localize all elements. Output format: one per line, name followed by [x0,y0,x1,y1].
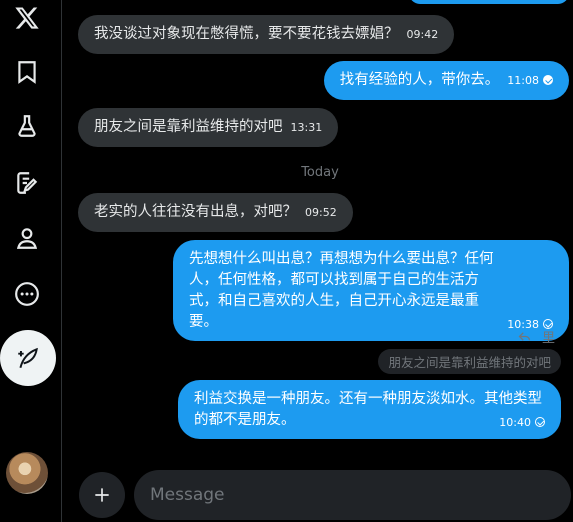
message-time: 09:52 [305,206,337,219]
message-bubble-outgoing[interactable]: 先想想什么叫出息？再想想为什么要出息？任何人，任何性格，都可以找到属于自己的生活… [173,240,569,341]
avatar[interactable] [6,452,48,494]
day-separator: Today [301,165,339,180]
edit-document-icon[interactable] [9,165,45,201]
conversation-panel: 我没谈过对象现在憋得慌，要不要花钱去嫖娼？ 09:42 找有经验的人，带你去。 11… [62,0,573,522]
message-bubble-outgoing[interactable]: 利益交换是一种朋友。还有一种朋友淡如水。其他类型的都不是朋友。 10:40 [178,380,561,439]
message-bubble-incoming[interactable]: 朋友之间是靠利益维持的对吧 13:31 [78,108,339,147]
reply-icon [518,332,531,341]
bookmark-icon[interactable] [9,54,45,90]
reply-indicator: 里 [517,327,555,346]
compose-icon [18,347,38,369]
message-bubble-partial[interactable] [409,0,569,4]
message-input[interactable] [150,485,571,505]
message-bubble-incoming[interactable]: 老实的人往往没有出息，对吧？ 09:52 [78,193,353,232]
read-receipt-icon [543,75,553,85]
message-meta: 10:38 [189,315,553,333]
message-time: 13:31 [290,121,323,134]
message-composer[interactable] [134,470,571,520]
plus-icon [95,488,109,502]
flask-icon[interactable] [9,108,45,144]
sidebar [0,0,62,522]
message-bubble-incoming[interactable]: 我没谈过对象现在憋得慌，要不要花钱去嫖娼？ 09:42 [78,15,455,54]
message-time: 10:40 [499,415,531,429]
sent-receipt-icon [535,417,545,427]
message-text: 找有经验的人，带你去。 [339,72,500,88]
message-time: 09:42 [406,28,439,41]
message-text: 我没谈过对象现在憋得慌，要不要花钱去嫖娼？ [94,26,399,42]
add-attachment-button[interactable] [79,472,125,518]
message-text: 朋友之间是靠利益维持的对吧 [94,119,283,135]
profile-icon[interactable] [9,220,45,256]
reply-indicator-name: 里 [541,331,555,346]
quoted-message[interactable]: 朋友之间是靠利益维持的对吧 [378,349,561,374]
more-icon[interactable] [9,276,45,312]
compose-button[interactable] [0,330,56,386]
message-bubble-outgoing[interactable]: 找有经验的人，带你去。 11:08 [323,61,569,100]
x-logo-icon[interactable] [9,0,45,36]
message-text: 老实的人往往没有出息，对吧？ [94,204,297,220]
message-time: 11:08 [507,74,539,87]
